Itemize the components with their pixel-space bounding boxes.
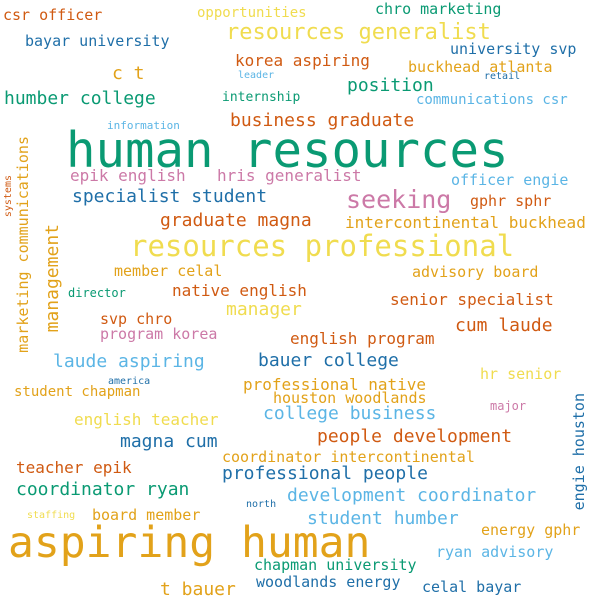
word: woodlands energy <box>256 573 401 591</box>
word: t bauer <box>160 579 236 600</box>
word: cum laude <box>455 315 553 336</box>
word: professional people <box>222 463 428 484</box>
word: seeking <box>346 185 452 214</box>
word: board member <box>92 506 201 524</box>
word: coordinator ryan <box>16 479 190 500</box>
word: houston woodlands <box>273 389 427 407</box>
word: epik english <box>70 166 186 185</box>
word-cloud: human resources aspiring human resources… <box>0 0 600 600</box>
word: english teacher <box>74 410 219 429</box>
word: management <box>42 224 63 333</box>
word: bauer college <box>258 350 399 371</box>
word: university svp <box>450 40 577 58</box>
word: gphr sphr <box>470 192 552 210</box>
word: business graduate <box>230 110 415 131</box>
word: coordinator intercontinental <box>222 448 475 466</box>
word: buckhead atlanta <box>408 58 553 76</box>
word: development coordinator <box>287 485 537 506</box>
word: english program <box>290 329 435 348</box>
word: c t <box>112 63 145 84</box>
word: director <box>68 286 126 300</box>
word: north <box>246 499 277 510</box>
word: senior specialist <box>390 290 554 309</box>
word: communications csr <box>416 92 568 108</box>
word: humber college <box>4 88 156 109</box>
word: internship <box>222 90 301 105</box>
word: information <box>107 119 180 132</box>
word: marketing communications <box>14 136 32 353</box>
word: student humber <box>307 508 459 529</box>
word: people development <box>317 426 513 447</box>
word: chro marketing <box>375 0 502 18</box>
word: opportunities <box>197 5 307 21</box>
word: engie houston <box>570 393 588 511</box>
word: leader <box>238 70 275 81</box>
word: staffing <box>27 510 76 521</box>
word: student chapman <box>14 384 141 400</box>
word: energy gphr <box>481 521 581 539</box>
word: major <box>490 399 527 413</box>
word: celal bayar <box>422 578 522 596</box>
word: teacher epik <box>16 458 132 477</box>
word: intercontinental buckhead <box>345 213 586 232</box>
word: member celal <box>114 262 223 280</box>
word: csr officer <box>3 6 103 24</box>
word: college business <box>263 403 437 424</box>
word: advisory board <box>412 263 539 281</box>
word: program korea <box>100 325 218 343</box>
word: ryan advisory <box>436 543 554 561</box>
word: officer engie <box>451 171 569 189</box>
word: magna cum <box>120 431 218 452</box>
word: chapman university <box>254 556 417 574</box>
word: america <box>108 376 151 387</box>
word: hris generalist <box>217 166 362 185</box>
word: manager <box>226 299 302 320</box>
word: bayar university <box>25 32 170 50</box>
word: korea aspiring <box>235 51 370 70</box>
word: native english <box>172 281 307 300</box>
word: hr senior <box>480 365 562 383</box>
word: retail <box>484 71 521 82</box>
word: resources professional <box>130 229 515 263</box>
word: laude aspiring <box>53 351 205 372</box>
word: graduate magna <box>160 210 312 231</box>
word: specialist student <box>72 186 268 207</box>
word: systems <box>3 175 14 218</box>
